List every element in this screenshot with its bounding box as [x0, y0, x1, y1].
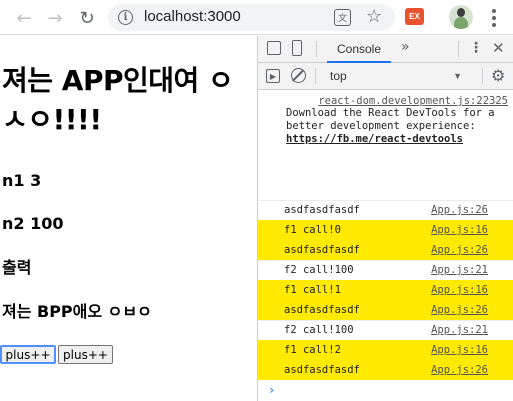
clear-console-icon[interactable]: [291, 68, 306, 83]
console-log-row: asdfasdfasdf App.js:26: [258, 200, 513, 220]
console-log-row: asdfasdfasdf App.js:26: [258, 300, 513, 320]
log-source-link[interactable]: App.js:26: [431, 204, 488, 216]
sidebar-toggle-icon[interactable]: ▶: [266, 69, 280, 83]
react-devtools-link[interactable]: https://fb.me/react-devtools: [286, 133, 463, 145]
n2-text: n2 100: [2, 214, 64, 233]
log-message: f2 call!100: [284, 324, 354, 336]
react-devtools-message: react-dom.development.js:22325 Download …: [286, 95, 508, 146]
log-source-link[interactable]: App.js:21: [431, 264, 488, 276]
console-log-row: asdfasdfasdf App.js:26: [258, 360, 513, 380]
app-page: 져는 APP인대여 ㅇㅅㅇ!!!! n1 3 n2 100 출력 져는 BPP애…: [0, 36, 256, 401]
log-source-link[interactable]: App.js:16: [431, 344, 488, 356]
log-message: asdfasdfasdf: [284, 304, 360, 316]
devtools-menu-icon[interactable]: ⋮: [469, 40, 483, 56]
log-message: asdfasdfasdf: [284, 364, 360, 376]
devtools-panel: Console » ⋮ ✕ ▶ top ▼ ⚙ react-dom.develo…: [257, 36, 513, 401]
caret-down-icon: ▼: [453, 71, 462, 81]
profile-avatar[interactable]: [449, 5, 473, 29]
log-message: f1 call!2: [284, 344, 341, 356]
console-log-row: f2 call!100 App.js:21: [258, 320, 513, 340]
log-message: asdfasdfasdf: [284, 204, 360, 216]
more-tabs-icon[interactable]: »: [401, 39, 410, 55]
url-text[interactable]: localhost:3000: [144, 8, 241, 25]
info-icon[interactable]: i: [118, 10, 133, 25]
log-source-link[interactable]: App.js:21: [431, 324, 488, 336]
sub-heading: 져는 BPP애오 ㅇㅂㅇ: [2, 302, 152, 321]
plus-button-1[interactable]: plus++: [0, 345, 56, 364]
log-source-link[interactable]: App.js:26: [431, 364, 488, 376]
translate-icon[interactable]: 文: [334, 9, 351, 26]
forward-arrow-icon[interactable]: →: [43, 6, 67, 30]
tab-console[interactable]: Console: [327, 36, 391, 63]
message-source-link[interactable]: react-dom.development.js:22325: [286, 95, 508, 107]
log-source-link[interactable]: App.js:26: [431, 304, 488, 316]
back-arrow-icon[interactable]: ←: [12, 6, 36, 30]
n1-text: n1 3: [2, 171, 42, 190]
kebab-menu-icon[interactable]: [486, 6, 502, 30]
inspect-element-icon[interactable]: [267, 41, 281, 55]
console-output: react-dom.development.js:22325 Download …: [258, 91, 513, 401]
log-source-link[interactable]: App.js:26: [431, 244, 488, 256]
console-log-row: asdfasdfasdf App.js:26: [258, 240, 513, 260]
console-log-row: f1 call!1 App.js:16: [258, 280, 513, 300]
address-bar[interactable]: i localhost:3000 文 ☆: [108, 4, 395, 31]
console-prompt[interactable]: ›: [268, 383, 275, 397]
log-message: f2 call!100: [284, 264, 354, 276]
close-icon[interactable]: ✕: [492, 39, 505, 57]
devtools-tab-bar: Console » ⋮ ✕: [258, 36, 513, 63]
gear-icon[interactable]: ⚙: [491, 66, 505, 85]
output-label: 출력: [2, 258, 32, 277]
console-log-row: f2 call!100 App.js:21: [258, 260, 513, 280]
message-text: Download the React DevTools for a better…: [286, 107, 495, 132]
app-heading: 져는 APP인대여 ㅇㅅㅇ!!!!: [2, 64, 234, 136]
console-log-row: f1 call!0 App.js:16: [258, 220, 513, 240]
context-selector[interactable]: top ▼: [322, 68, 462, 86]
ex-extension-icon[interactable]: EX: [405, 8, 424, 25]
log-message: asdfasdfasdf: [284, 244, 360, 256]
device-toolbar-icon[interactable]: [292, 40, 302, 56]
console-log-row: f1 call!2 App.js:16: [258, 340, 513, 360]
reload-icon[interactable]: ↻: [75, 6, 99, 30]
log-source-link[interactable]: App.js:16: [431, 224, 488, 236]
log-source-link[interactable]: App.js:16: [431, 284, 488, 296]
log-message: f1 call!0: [284, 224, 341, 236]
plus-button-2[interactable]: plus++: [58, 345, 113, 364]
browser-toolbar: ← → ↻ i localhost:3000 文 ☆ EX: [0, 0, 513, 35]
star-icon[interactable]: ☆: [366, 6, 382, 27]
console-toolbar: ▶ top ▼ ⚙: [258, 63, 513, 90]
log-message: f1 call!1: [284, 284, 341, 296]
